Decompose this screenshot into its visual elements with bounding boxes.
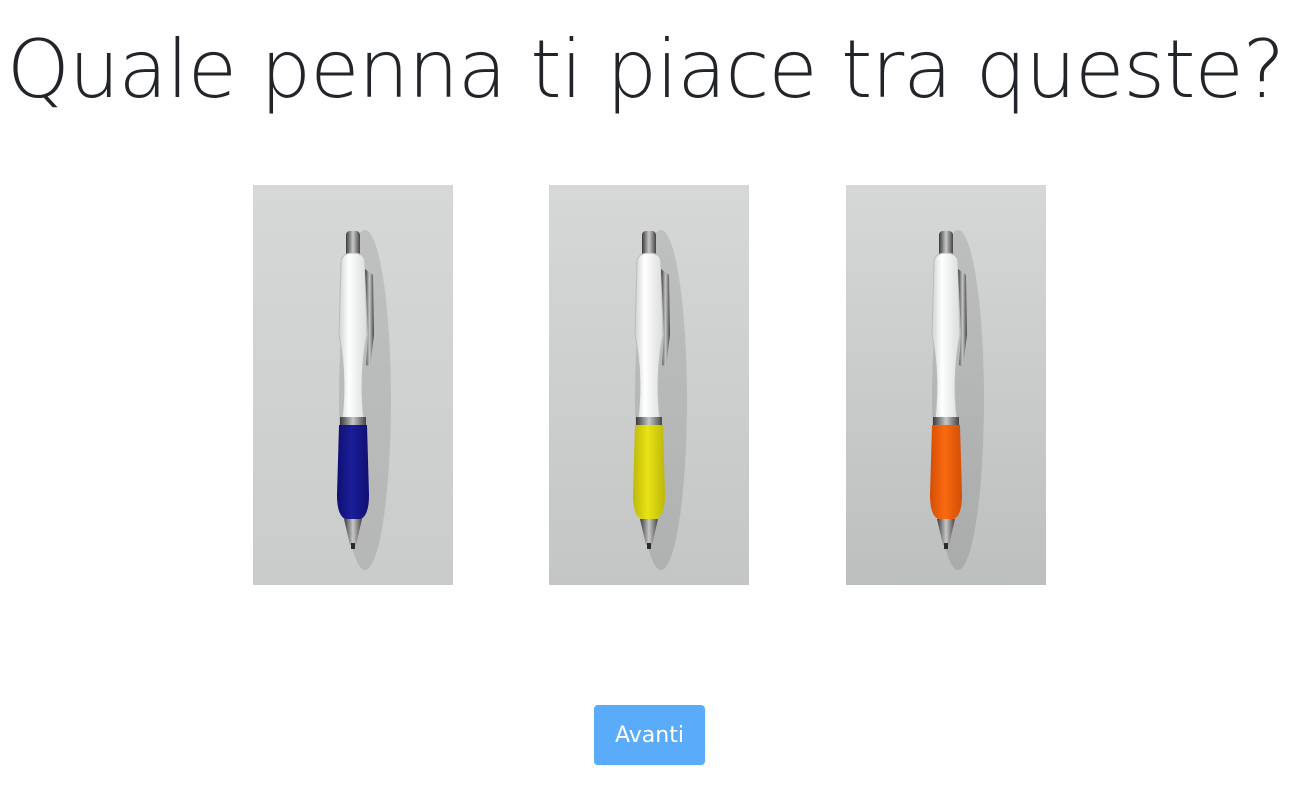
pen-option-yellow[interactable] <box>549 185 749 585</box>
pen-photo-yellow <box>549 185 749 585</box>
pen-photo-blue <box>253 185 453 585</box>
pen-option-orange[interactable] <box>846 185 1046 585</box>
next-button[interactable]: Avanti <box>594 705 705 765</box>
pen-option-blue[interactable] <box>253 185 453 585</box>
pen-photo-orange <box>846 185 1046 585</box>
page-title: Quale penna ti piace tra queste? <box>6 23 1285 116</box>
